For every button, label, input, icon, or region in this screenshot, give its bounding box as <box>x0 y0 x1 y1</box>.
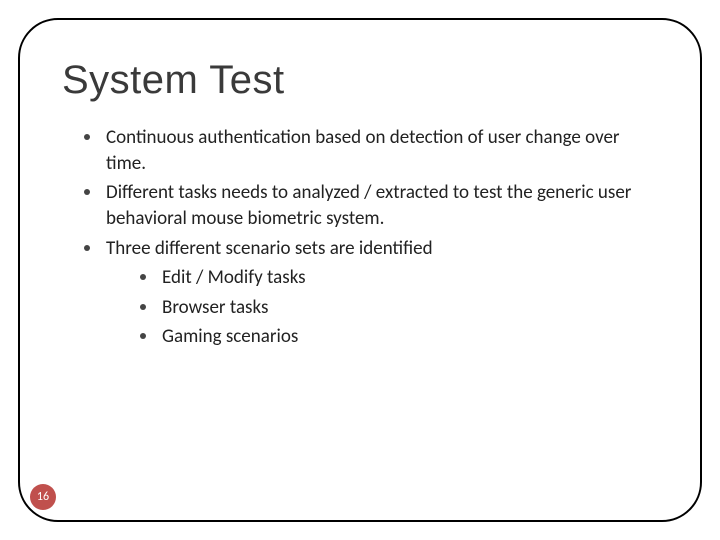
sub-bullet-item: Gaming scenarios <box>140 324 658 350</box>
sub-bullet-item: Browser tasks <box>140 295 658 321</box>
sub-bullet-list: Edit / Modify tasks Browser tasks Gaming… <box>106 265 658 350</box>
bullet-list: Continuous authentication based on detec… <box>62 125 658 350</box>
slide-title: System Test <box>62 58 658 103</box>
slide: System Test Continuous authentication ba… <box>0 0 720 540</box>
sub-bullet-item: Edit / Modify tasks <box>140 265 658 291</box>
bullet-item: Different tasks needs to analyzed / extr… <box>84 180 658 231</box>
bullet-item: Three different scenario sets are identi… <box>84 236 658 351</box>
bullet-text: Three different scenario sets are identi… <box>106 237 433 260</box>
slide-frame: System Test Continuous authentication ba… <box>18 18 702 522</box>
bullet-item: Continuous authentication based on detec… <box>84 125 658 176</box>
page-number-badge: 16 <box>30 484 56 510</box>
